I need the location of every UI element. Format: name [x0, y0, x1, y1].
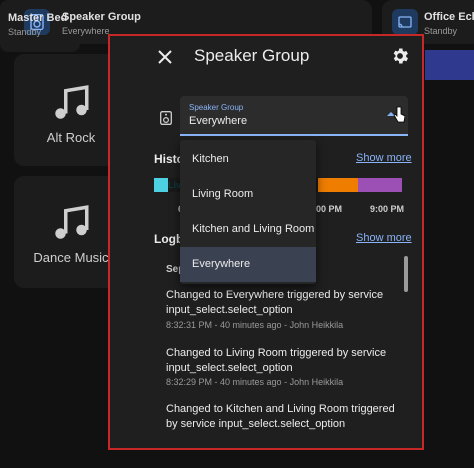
hand-cursor-icon — [393, 106, 405, 123]
timeline-tick-label: 00 PM — [316, 204, 343, 214]
gear-icon[interactable] — [390, 46, 410, 66]
logbook-entry-meta: 8:32:29 PM - 40 minutes ago - John Heikk… — [166, 377, 344, 387]
select-value: Everywhere — [189, 115, 248, 127]
speaker-group-select[interactable]: Speaker Group Everywhere — [180, 96, 408, 136]
logbook-entry-message: Changed to Everywhere triggered by servi… — [166, 289, 384, 316]
logbook-entry-message: Changed to Living Room triggered by serv… — [166, 347, 387, 374]
speaker-group-dropdown: Kitchen Living Room Kitchen and Living R… — [180, 140, 316, 284]
tile-title: Office Echo — [424, 11, 474, 23]
logbook-heading: Logb — [154, 232, 184, 246]
logbook-scrollbar[interactable] — [404, 256, 408, 292]
music-note-icon — [55, 85, 89, 119]
more-info-dialog: Speaker Group Speaker Group Everywhere H… — [108, 34, 424, 450]
timeline-segment — [318, 178, 358, 192]
timeline-segment — [358, 178, 402, 192]
option-everywhere[interactable]: Everywhere — [180, 247, 316, 282]
logbook-entry-message: Changed to Kitchen and Living Room trigg… — [166, 403, 395, 430]
music-note-icon — [55, 205, 89, 239]
office-status-bar — [425, 50, 474, 80]
speaker-icon — [160, 111, 172, 125]
timeline-tick-label: 9:00 PM — [370, 204, 405, 214]
option-living-room[interactable]: Living Room — [180, 177, 316, 212]
cast-icon — [392, 9, 418, 35]
history-show-more-link[interactable]: Show more — [356, 152, 412, 164]
logbook-entry-meta: 8:32:31 PM - 40 minutes ago - John Heikk… — [166, 320, 344, 330]
close-icon[interactable] — [154, 46, 176, 68]
option-kitchen[interactable]: Kitchen — [180, 142, 316, 177]
tile-subtitle: Standby — [424, 26, 458, 36]
tile-subtitle: Everywhere — [62, 26, 110, 36]
option-kitchen-and-living-room[interactable]: Kitchen and Living Room — [180, 212, 316, 247]
select-label: Speaker Group — [189, 103, 244, 112]
logbook-show-more-link[interactable]: Show more — [356, 232, 412, 244]
timeline-segment — [154, 178, 168, 192]
tile-subtitle: Standby — [8, 27, 42, 37]
tile-title: Speaker Group — [62, 11, 141, 23]
dialog-title: Speaker Group — [194, 46, 310, 65]
tile-title: Master Bed — [8, 12, 68, 24]
